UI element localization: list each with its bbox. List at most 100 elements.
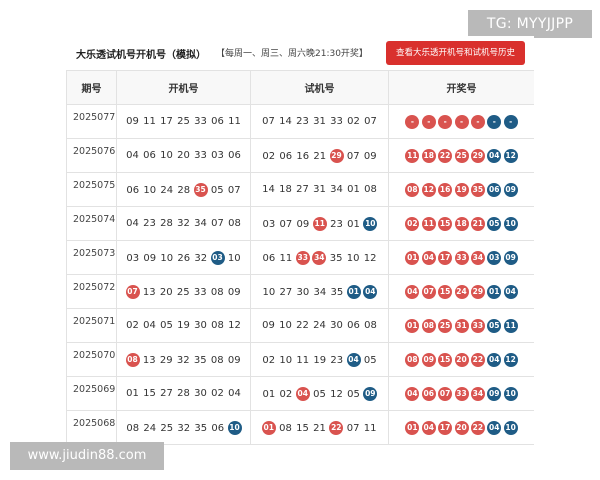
- red-ball: 33: [470, 318, 485, 333]
- page-title: 大乐透试机号开机号（模拟）: [76, 50, 206, 61]
- red-ball: 15: [438, 284, 453, 299]
- red-ball: 01: [405, 250, 420, 265]
- blue-ball: 05: [487, 216, 502, 231]
- blue-ball: 10: [363, 216, 378, 231]
- red-ball: -: [405, 114, 420, 129]
- number: 08: [228, 218, 241, 229]
- history-button[interactable]: 查看大乐透开机号和试机号历史: [386, 41, 525, 65]
- number: 28: [177, 388, 190, 399]
- number: 06: [126, 184, 140, 196]
- table-row: 2025072 07 13 20 25 33 08 09 10 27 30 34 35 01 04 04 07 1…: [66, 274, 534, 309]
- number: 11: [363, 422, 377, 434]
- blue-ball: 04: [346, 352, 361, 367]
- red-ball: -: [454, 114, 469, 129]
- number: 15: [143, 388, 156, 399]
- open-number-cell: 09 11 17 25 33 06 11: [116, 104, 251, 139]
- watermark-top: TG: MYYJJPP: [468, 10, 592, 38]
- red-ball: 20: [454, 420, 469, 435]
- issue-number: 2025071: [66, 308, 117, 343]
- trial-number-cell: 01 02 04 05 12 05 09: [250, 376, 389, 411]
- blue-ball: 12: [503, 148, 518, 163]
- number: 09: [143, 252, 157, 264]
- red-ball: 17: [438, 420, 453, 435]
- blue-ball: -: [503, 114, 518, 129]
- number: 30: [194, 320, 207, 331]
- red-ball: 04: [421, 420, 436, 435]
- number: 06: [279, 150, 293, 162]
- table-row: 2025074 04 23 28 32 34 07 08 03 07 09 11 23 01 10 02 11 1…: [66, 206, 534, 241]
- red-ball: 20: [454, 352, 469, 367]
- column-header-issue: 期号: [66, 70, 117, 105]
- prize-number-cell: 01 08 25 31 33 05 11: [388, 308, 534, 343]
- number: 35: [194, 422, 208, 434]
- number: 29: [159, 354, 173, 366]
- trial-number-cell: 09 10 22 24 30 06 08: [250, 308, 389, 343]
- red-ball: 02: [405, 216, 420, 231]
- number: 08: [211, 320, 224, 331]
- red-ball: 29: [470, 148, 485, 163]
- number: 07: [346, 150, 360, 162]
- blue-ball: 04: [487, 352, 502, 367]
- number: 30: [330, 320, 343, 331]
- number: 04: [143, 320, 156, 331]
- number: 12: [363, 252, 377, 264]
- page: TG: MYYJJPP 大乐透试机号开机号（模拟） 【每周一、周三、周六晚21:…: [0, 0, 600, 480]
- blue-ball: 04: [487, 420, 502, 435]
- number: 20: [177, 150, 190, 161]
- blue-ball: 09: [503, 182, 518, 197]
- number: 34: [330, 184, 343, 195]
- lottery-card: 大乐透试机号开机号（模拟） 【每周一、周三、周六晚21:30开奖】 查看大乐透开…: [66, 36, 534, 448]
- red-ball: 33: [454, 386, 469, 401]
- blue-ball: 04: [363, 284, 378, 299]
- red-ball: 34: [312, 250, 327, 265]
- red-ball: 33: [295, 250, 310, 265]
- issue-number: 2025069: [66, 376, 117, 411]
- number: 19: [313, 354, 327, 366]
- number: 12: [228, 320, 241, 331]
- number: 11: [279, 252, 293, 264]
- blue-ball: 01: [487, 284, 502, 299]
- issue-number: 2025077: [66, 104, 117, 139]
- number: 03: [262, 218, 276, 230]
- draw-schedule: 【每周一、周三、周六晚21:30开奖】: [216, 49, 368, 59]
- number: 09: [126, 116, 139, 127]
- table-row: 2025075 06 10 24 28 35 05 07 14 18 27 31 34 01 08 08 12 1…: [66, 172, 534, 207]
- red-ball: 22: [438, 148, 453, 163]
- open-number-cell: 03 09 10 26 32 03 10: [116, 240, 251, 275]
- number: 01: [347, 218, 360, 230]
- red-ball: 29: [470, 284, 485, 299]
- number: 33: [193, 286, 207, 298]
- red-ball: 18: [421, 148, 436, 163]
- red-ball: 24: [454, 284, 469, 299]
- issue-number: 2025074: [66, 206, 117, 241]
- number: 22: [296, 320, 309, 331]
- red-ball: 07: [438, 386, 453, 401]
- prize-number-cell: -------: [388, 104, 534, 139]
- number: 02: [262, 150, 276, 162]
- number: 01: [347, 184, 360, 195]
- number: 35: [329, 252, 343, 264]
- number: 11: [228, 116, 241, 127]
- number: 02: [347, 116, 360, 127]
- blue-ball: 10: [503, 420, 518, 435]
- red-ball: 34: [470, 386, 485, 401]
- prize-number-cell: 08 09 15 20 22 04 12: [388, 342, 534, 377]
- prize-number-cell: 04 06 07 33 34 09 10: [388, 376, 534, 411]
- red-ball: -: [438, 114, 453, 129]
- red-ball: 06: [421, 386, 436, 401]
- number: 10: [160, 252, 174, 264]
- blue-ball: 10: [227, 420, 242, 435]
- number: 10: [346, 252, 360, 264]
- number: 05: [347, 388, 360, 400]
- number: 06: [262, 252, 276, 264]
- number: 27: [279, 286, 293, 298]
- trial-number-cell: 06 11 33 34 35 10 12: [250, 240, 389, 275]
- red-ball: 21: [470, 216, 485, 231]
- number: 09: [363, 150, 377, 162]
- number: 32: [194, 252, 208, 264]
- number: 07: [346, 422, 360, 434]
- blue-ball: 12: [503, 352, 518, 367]
- table-row: 2025068 08 24 25 32 35 06 10 01 08 15 21 22 07 11 01 04 1…: [66, 410, 534, 445]
- blue-ball: 09: [363, 386, 378, 401]
- blue-ball: 06: [487, 182, 502, 197]
